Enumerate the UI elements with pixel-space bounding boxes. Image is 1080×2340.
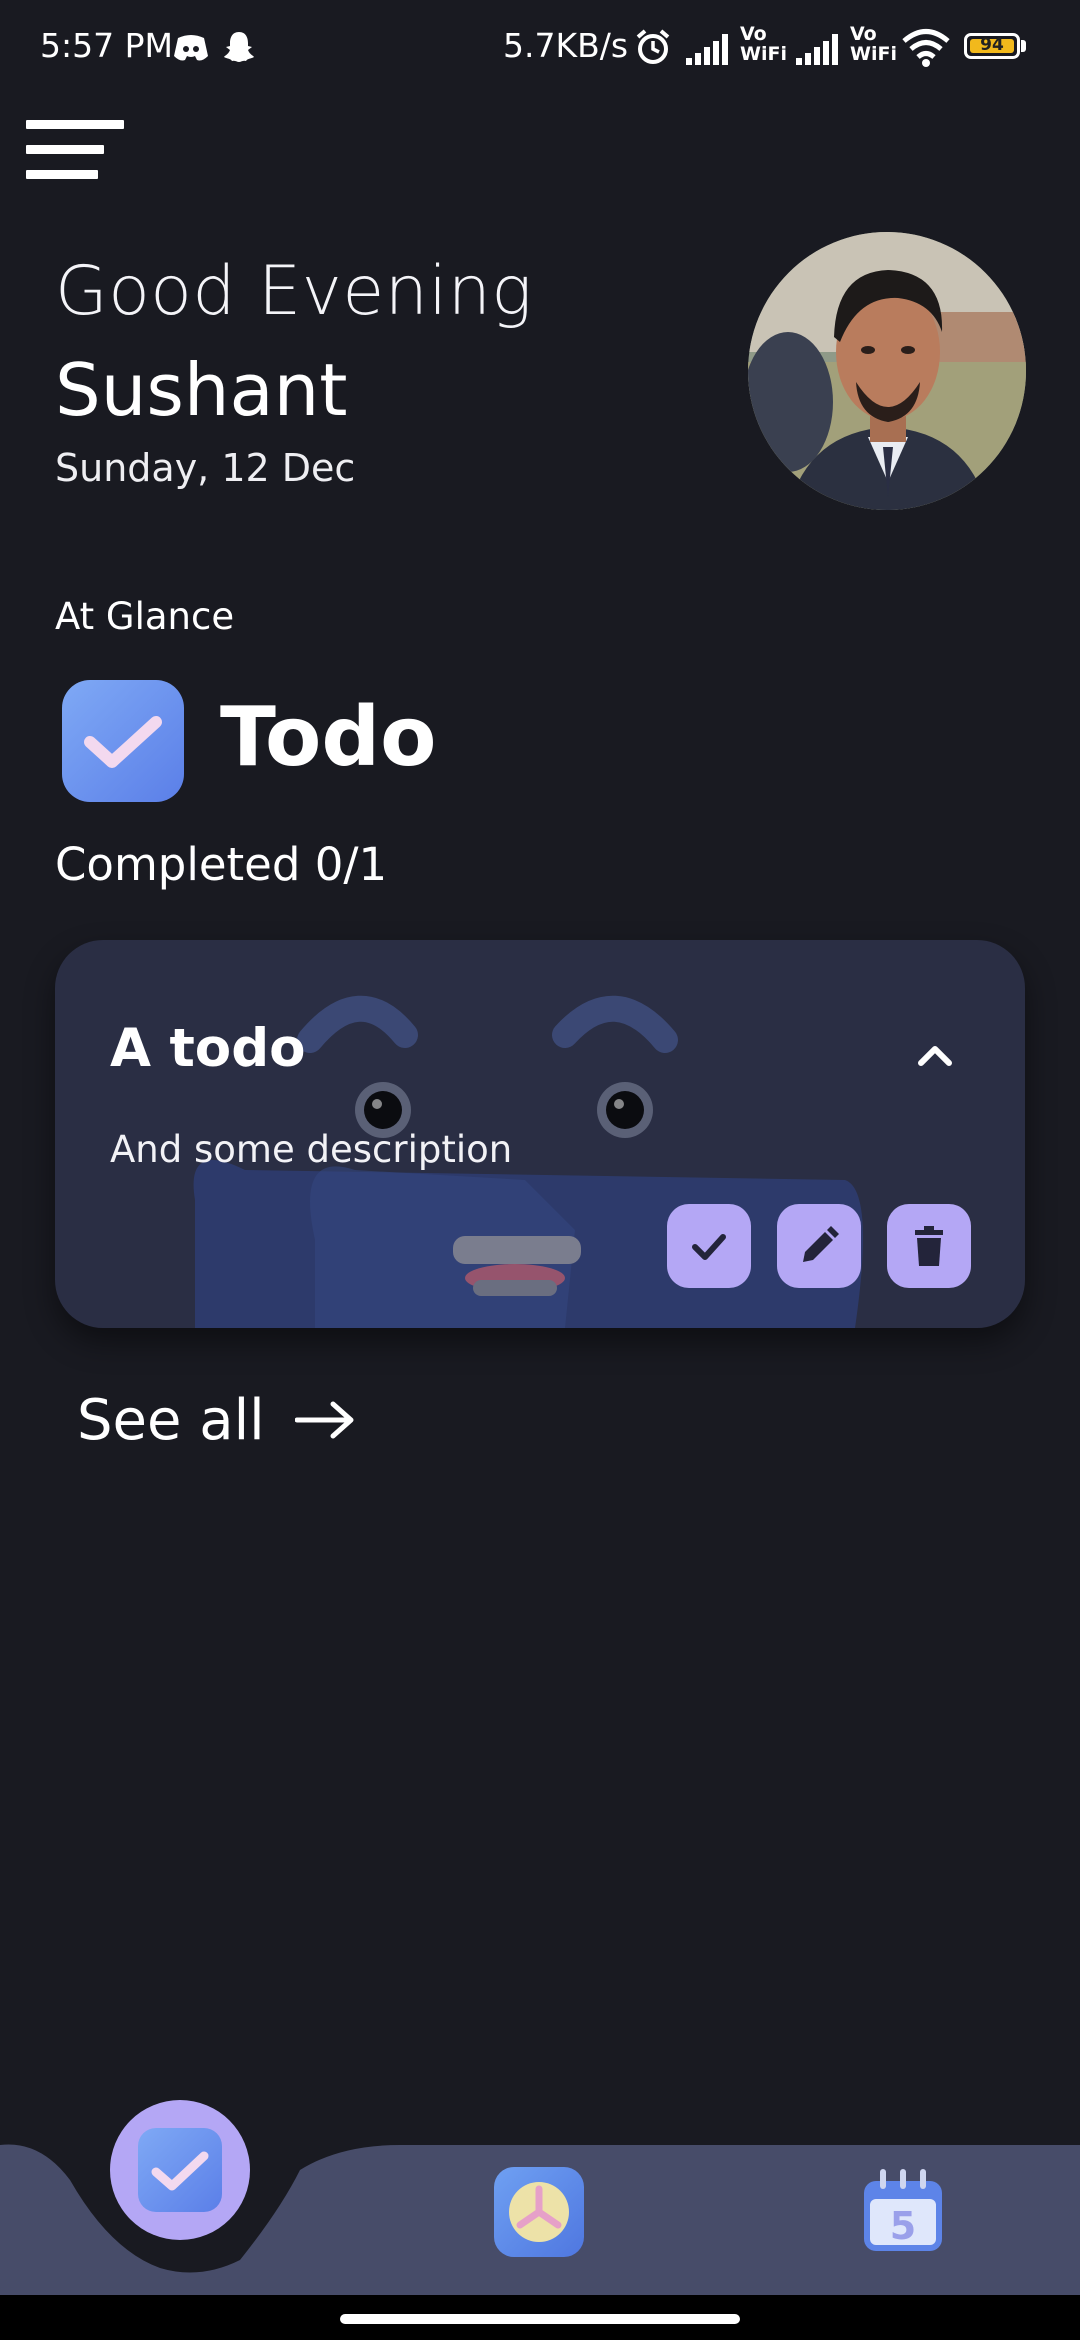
snapchat-icon: [224, 32, 254, 62]
avatar[interactable]: [748, 232, 1026, 510]
completed-count: Completed 0/1: [55, 838, 388, 891]
section-label: At Glance: [55, 595, 235, 638]
svg-text:5: 5: [890, 2204, 916, 2248]
todo-item-title: A todo: [110, 1018, 306, 1079]
status-time: 5:57 PM: [40, 26, 173, 65]
check-icon: [692, 1234, 726, 1260]
todo-item-description: And some description: [110, 1128, 513, 1171]
discord-icon: [174, 35, 208, 61]
see-all-label: See all: [77, 1387, 265, 1453]
nav-calendar-tab[interactable]: 5: [858, 2165, 948, 2255]
nav-clock-tab[interactable]: [494, 2167, 584, 2257]
arrow-right-icon: [294, 1401, 354, 1439]
todo-card[interactable]: A todo And some description: [55, 940, 1025, 1328]
signal-icon: [796, 34, 838, 65]
home-indicator[interactable]: [340, 2314, 740, 2324]
todo-check-icon: [62, 680, 184, 802]
todo-icon: [138, 2128, 222, 2212]
trash-icon: [915, 1226, 943, 1266]
nav-todo-tab[interactable]: [110, 2100, 250, 2240]
see-all-link[interactable]: See all: [77, 1380, 355, 1460]
vowifi-icon: Vo WiFi: [740, 23, 787, 65]
status-bar: 5:57 PM 5.7KB/s Vo WiFi Vo WiFi 94: [0, 0, 1080, 96]
collapse-chevron-up-icon[interactable]: [905, 1025, 965, 1085]
pencil-icon: [803, 1226, 839, 1262]
clock-icon: [509, 2182, 569, 2242]
user-name: Sushant: [55, 348, 348, 432]
calendar-icon: 5: [864, 2169, 942, 2251]
alarm-icon: [636, 29, 670, 64]
greeting-text: Good Evening: [55, 252, 533, 331]
todo-section-title: Todo: [220, 690, 437, 785]
edit-button[interactable]: [777, 1204, 861, 1288]
delete-button[interactable]: [887, 1204, 971, 1288]
complete-button[interactable]: [667, 1204, 751, 1288]
signal-icon: [686, 34, 728, 65]
vowifi-icon: Vo WiFi: [850, 23, 897, 65]
network-speed: 5.7KB/s: [503, 26, 629, 65]
menu-icon[interactable]: [26, 120, 126, 190]
wifi-icon: [902, 29, 950, 67]
current-date: Sunday, 12 Dec: [55, 446, 356, 490]
battery-icon: 94: [964, 33, 1020, 59]
